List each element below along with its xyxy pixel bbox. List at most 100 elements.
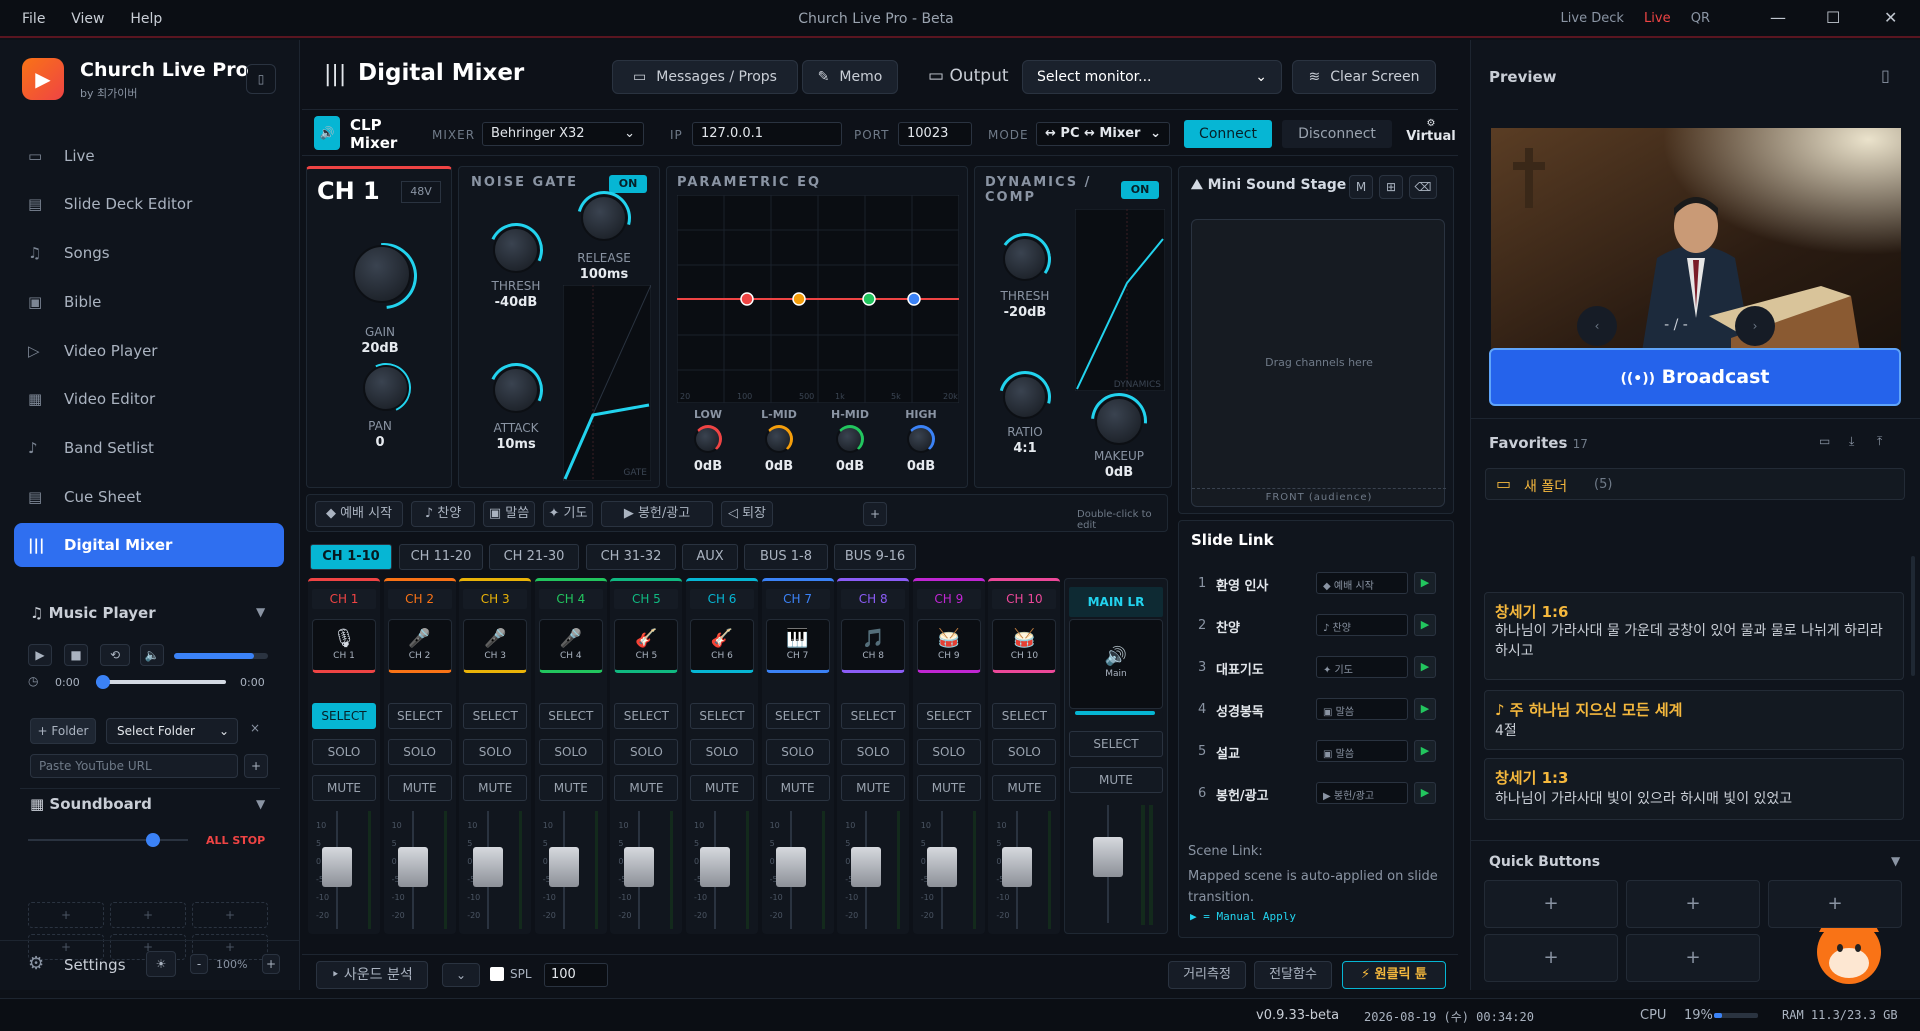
select-button[interactable]: SELECT	[841, 703, 906, 729]
add-url-button[interactable]: +	[244, 754, 268, 778]
panel-toggle-icon[interactable]: ▯	[1881, 66, 1890, 85]
channel-fader[interactable]	[548, 847, 579, 887]
tab-channel-bank[interactable]: BUS 9-16	[834, 544, 916, 570]
gate-attack-knob[interactable]	[493, 367, 539, 413]
sidebar-item-band-setlist[interactable]: ♪ Band Setlist	[14, 426, 284, 470]
channel-icon-box[interactable]: 🎵 CH 8	[841, 619, 906, 673]
soundboard-slot[interactable]: +	[28, 902, 104, 928]
memo-button[interactable]: ✎ Memo	[802, 60, 898, 94]
apply-play-icon[interactable]: ▶	[1414, 614, 1436, 636]
channel-fader[interactable]	[624, 847, 655, 887]
channel-icon-box[interactable]: 🎤 CH 3	[463, 619, 528, 673]
sidebar-item-digital-mixer[interactable]: ||| Digital Mixer	[14, 523, 284, 567]
channel-fader[interactable]	[322, 847, 352, 887]
eq-band-knob[interactable]	[907, 425, 935, 453]
scene-select[interactable]: ✦ 기도	[1316, 656, 1408, 678]
sidebar-item-video-player[interactable]: ▷ Video Player	[14, 329, 284, 373]
tab-channel-bank[interactable]: CH 11-20	[399, 544, 483, 570]
sidebar-toggle-icon[interactable]: ▯	[246, 64, 276, 94]
channel-icon-box[interactable]: 🥁 CH 10	[992, 619, 1057, 673]
youtube-url-input[interactable]: Paste YouTube URL	[30, 754, 238, 778]
disconnect-button[interactable]: Disconnect	[1282, 120, 1392, 148]
mute-button[interactable]: MUTE	[690, 775, 754, 801]
virtual-toggle[interactable]: ⚙ Virtual	[1404, 118, 1458, 152]
all-stop-button[interactable]: ALL STOP	[206, 834, 265, 847]
live-deck-link[interactable]: Live Deck	[1561, 11, 1624, 26]
channel-icon-box[interactable]: 🎤 CH 4	[538, 619, 603, 673]
close-icon[interactable]: ✕	[1884, 8, 1897, 27]
scene-select[interactable]: ▣ 말씀	[1316, 740, 1408, 762]
distance-button[interactable]: 거리측정	[1168, 961, 1246, 989]
scene-button[interactable]: ♪ 찬양	[411, 501, 475, 527]
stop-button[interactable]: ■	[64, 644, 88, 666]
apply-play-icon[interactable]: ▶	[1414, 740, 1436, 762]
channel-icon-box[interactable]: 🎸 CH 6	[690, 619, 754, 673]
eq-band-knob[interactable]	[836, 425, 864, 453]
channel-fader[interactable]	[926, 847, 957, 887]
select-button[interactable]: SELECT	[992, 703, 1057, 729]
gear-icon[interactable]: ⚙	[28, 953, 44, 974]
new-folder-icon[interactable]: ▭	[1819, 434, 1830, 448]
soundboard-slot[interactable]: +	[192, 902, 268, 928]
pan-knob[interactable]	[363, 365, 409, 411]
apply-play-icon[interactable]: ▶	[1414, 572, 1436, 594]
channel-icon-box[interactable]: 🎹 CH 7	[765, 619, 830, 673]
solo-button[interactable]: SOLO	[690, 739, 754, 765]
sidebar-item-live[interactable]: ▭ Live	[14, 134, 284, 178]
select-button[interactable]: SELECT	[614, 703, 679, 729]
mute-button[interactable]: MUTE	[614, 775, 679, 801]
mute-button[interactable]: MUTE	[538, 775, 603, 801]
mute-button[interactable]: MUTE	[765, 775, 830, 801]
comp-thresh-knob[interactable]	[1003, 237, 1047, 281]
one-click-tune-button[interactable]: ⚡ 원클릭 튠	[1342, 961, 1446, 989]
solo-button[interactable]: SOLO	[765, 739, 830, 765]
scene-select[interactable]: ▶ 봉헌/광고	[1316, 782, 1408, 804]
sound-stage-area[interactable]: Drag channels here FRONT (audience)	[1191, 219, 1446, 507]
solo-button[interactable]: SOLO	[463, 739, 528, 765]
scene-select[interactable]: ♪ 찬양	[1316, 614, 1408, 636]
tab-channel-bank[interactable]: BUS 1-8	[744, 544, 828, 570]
chevron-down-icon[interactable]: ▼	[256, 605, 265, 619]
channel-fader[interactable]	[700, 847, 730, 887]
download-icon[interactable]: ⤓	[1849, 434, 1854, 449]
scene-button[interactable]: ✦ 기도	[543, 501, 593, 527]
ip-input[interactable]: 127.0.0.1	[692, 122, 842, 146]
music-volume-slider[interactable]	[174, 653, 268, 659]
apply-play-icon[interactable]: ▶	[1414, 698, 1436, 720]
tab-channel-bank[interactable]: CH 1-10	[310, 544, 392, 570]
play-button[interactable]: ▶	[28, 644, 52, 666]
minimize-icon[interactable]: —	[1770, 8, 1786, 27]
solo-button[interactable]: SOLO	[614, 739, 679, 765]
quick-button-slot[interactable]: +	[1626, 934, 1760, 982]
channel-fader[interactable]	[397, 847, 428, 887]
quick-button-slot[interactable]: +	[1484, 934, 1618, 982]
apply-play-icon[interactable]: ▶	[1414, 782, 1436, 804]
soundboard-volume-slider[interactable]	[28, 839, 188, 841]
solo-button[interactable]: SOLO	[312, 739, 376, 765]
select-folder-dropdown[interactable]: Select Folder ⌄	[106, 718, 238, 744]
solo-button[interactable]: SOLO	[387, 739, 452, 765]
scene-button[interactable]: ◆ 예배 시작	[315, 501, 403, 527]
gain-knob[interactable]	[353, 245, 411, 303]
port-input[interactable]: 10023	[898, 122, 972, 146]
tab-channel-bank[interactable]: CH 31-32	[586, 544, 676, 570]
select-button[interactable]: SELECT	[690, 703, 754, 729]
channel-fader[interactable]	[473, 847, 504, 887]
favorite-item[interactable]: ♪ 주 하나님 지으신 모든 세계 4절	[1484, 690, 1904, 750]
sound-analysis-button[interactable]: ‣ 사운드 분석	[316, 961, 428, 989]
zoom-in-button[interactable]: +	[262, 954, 280, 974]
solo-button[interactable]: SOLO	[916, 739, 981, 765]
broadcast-button[interactable]: ((•)) Broadcast	[1489, 348, 1901, 406]
mute-button[interactable]: MUTE	[916, 775, 981, 801]
mute-button[interactable]: MUTE	[841, 775, 906, 801]
gate-thresh-knob[interactable]	[493, 227, 539, 273]
gate-on-toggle[interactable]: ON	[609, 175, 647, 193]
dynamics-on-toggle[interactable]: ON	[1121, 181, 1159, 199]
volume-icon[interactable]: 🔈	[140, 644, 164, 666]
messages-props-button[interactable]: ▭ Messages / Props	[612, 60, 798, 94]
qr-link[interactable]: QR	[1691, 11, 1710, 26]
add-folder-button[interactable]: + Folder	[30, 718, 96, 744]
repeat-button[interactable]: ⟲	[100, 644, 130, 666]
channel-fader[interactable]	[775, 847, 806, 887]
maximize-icon[interactable]: ☐	[1826, 8, 1840, 27]
